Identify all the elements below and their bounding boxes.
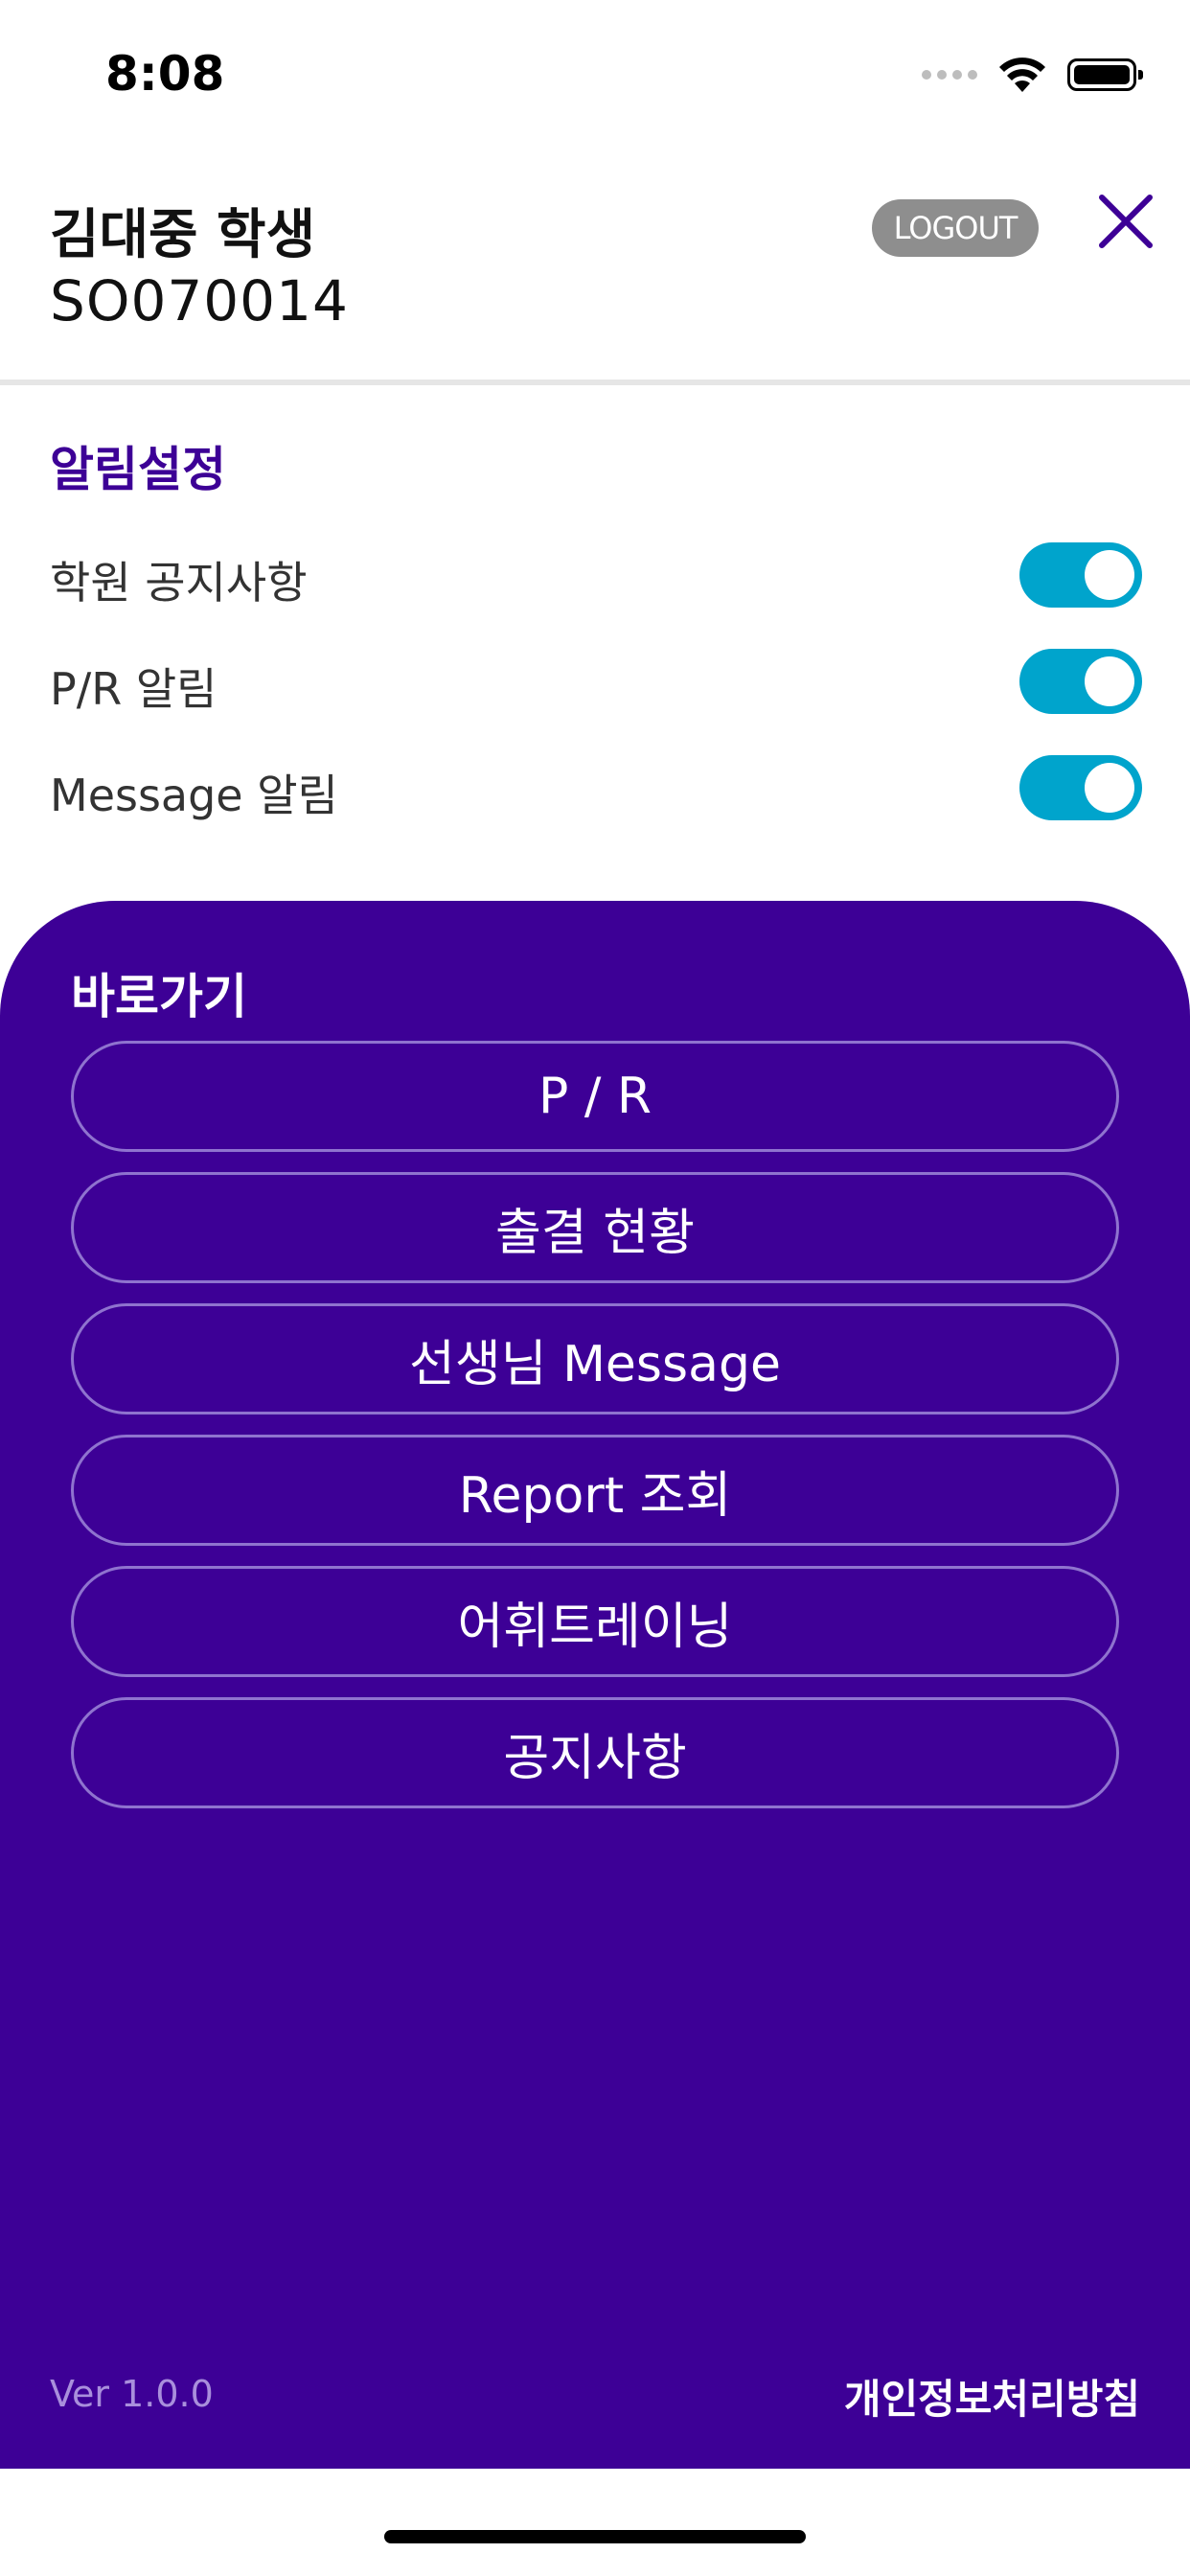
- pr-notification-toggle[interactable]: [1019, 649, 1142, 714]
- shortcuts-panel: 바로가기 P / R 출결 현황 선생님 Message Report 조회 어…: [0, 901, 1190, 2469]
- profile-header: 김대중 학생 SO070014 LOGOUT: [0, 172, 1190, 383]
- wifi-icon: [999, 58, 1045, 92]
- close-icon[interactable]: [1092, 188, 1159, 255]
- setting-row-message: Message 알림: [50, 755, 1142, 822]
- notice-button[interactable]: 공지사항: [71, 1697, 1119, 1808]
- message-notification-toggle[interactable]: [1019, 755, 1142, 820]
- app-version: Ver 1.0.0: [50, 2373, 214, 2415]
- attendance-button[interactable]: 출결 현황: [71, 1172, 1119, 1283]
- toggle-knob: [1085, 656, 1134, 706]
- setting-label: Message 알림: [50, 770, 338, 821]
- user-name: 김대중 학생: [50, 204, 316, 266]
- header-divider: [0, 380, 1190, 385]
- toggle-knob: [1085, 550, 1134, 600]
- status-time: 8:08: [105, 46, 225, 102]
- logout-button[interactable]: LOGOUT: [872, 199, 1039, 257]
- cellular-signal-icon: [922, 70, 977, 80]
- report-button[interactable]: Report 조회: [71, 1435, 1119, 1546]
- settings-title: 알림설정: [50, 442, 226, 497]
- shortcuts-title: 바로가기: [71, 969, 247, 1024]
- home-indicator[interactable]: [384, 2530, 806, 2543]
- academy-notice-toggle[interactable]: [1019, 542, 1142, 608]
- pr-button[interactable]: P / R: [71, 1041, 1119, 1152]
- teacher-message-button[interactable]: 선생님 Message: [71, 1303, 1119, 1414]
- status-icons: [922, 54, 1143, 96]
- setting-row-pr: P/R 알림: [50, 649, 1142, 716]
- user-id: SO070014: [50, 268, 349, 334]
- privacy-policy-link[interactable]: 개인정보처리방침: [844, 2367, 1140, 2426]
- setting-label: P/R 알림: [50, 663, 217, 715]
- setting-label: 학원 공지사항: [50, 557, 308, 609]
- vocabulary-training-button[interactable]: 어휘트레이닝: [71, 1566, 1119, 1677]
- setting-row-academy-notice: 학원 공지사항: [50, 542, 1142, 610]
- toggle-knob: [1085, 763, 1134, 813]
- battery-icon: [1067, 58, 1143, 91]
- status-bar: 8:08: [0, 0, 1190, 134]
